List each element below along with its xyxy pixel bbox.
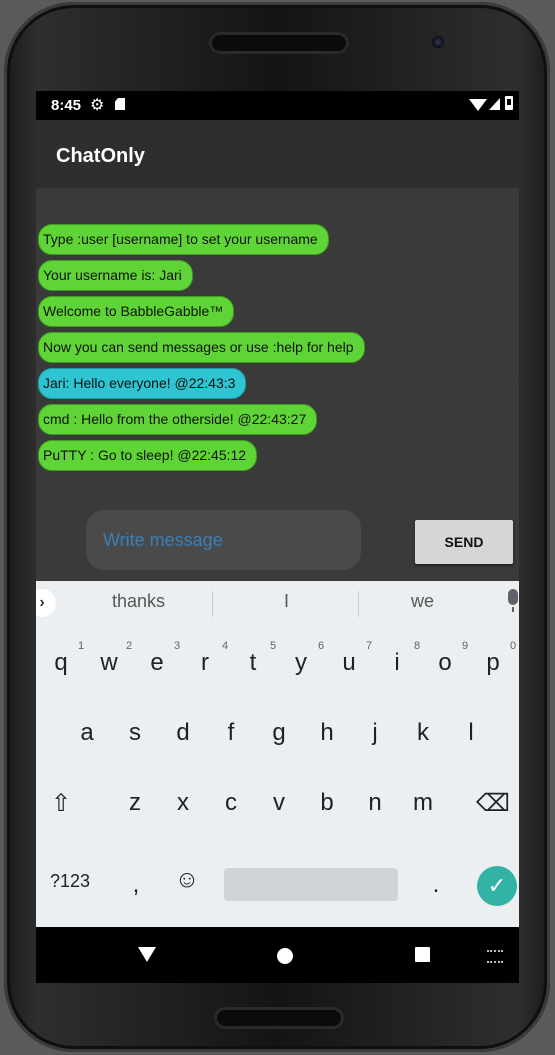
symbols-key[interactable]: ?123 — [45, 871, 95, 892]
key-j[interactable]: j — [355, 719, 395, 747]
send-button[interactable]: SEND — [415, 520, 513, 564]
suggestion-divider — [212, 591, 213, 617]
key-x[interactable]: x — [163, 789, 203, 817]
app-bar: ChatOnly — [36, 120, 519, 188]
message-bubble-self: Jari: Hello everyone! @22:43:3 — [38, 368, 247, 399]
battery-icon — [505, 96, 513, 110]
gear-icon: ⚙ — [90, 97, 105, 114]
key-hint: 4 — [222, 640, 229, 652]
key-k[interactable]: k — [403, 719, 443, 747]
keyboard-hide-icon[interactable] — [487, 950, 503, 963]
earpiece-speaker — [209, 32, 349, 54]
message-bubble: Type :user [username] to set your userna… — [38, 224, 329, 255]
key-u[interactable]: u — [329, 649, 369, 677]
chevron-right-icon[interactable]: › — [36, 589, 56, 617]
spacebar[interactable] — [224, 868, 398, 901]
key-l[interactable]: l — [451, 719, 491, 747]
key-h[interactable]: h — [307, 719, 347, 747]
key-y[interactable]: y — [281, 649, 321, 677]
status-bar: 8:45 ⚙ — [36, 91, 519, 120]
back-icon[interactable] — [138, 947, 156, 962]
status-time: 8:45 — [51, 97, 82, 114]
recents-icon[interactable] — [415, 947, 430, 962]
key-n[interactable]: n — [355, 789, 395, 817]
emoji-icon[interactable]: ☺ — [167, 866, 207, 894]
key-hint: 3 — [174, 640, 181, 652]
key-f[interactable]: f — [211, 719, 251, 747]
key-hint: 2 — [126, 640, 133, 652]
check-icon[interactable]: ✓ — [477, 866, 517, 906]
key-period[interactable]: . — [416, 871, 456, 899]
key-s[interactable]: s — [115, 719, 155, 747]
app-title: ChatOnly — [56, 145, 145, 167]
suggestion-1[interactable]: thanks — [112, 591, 165, 612]
sd-card-icon — [115, 98, 125, 110]
key-b[interactable]: b — [307, 789, 347, 817]
key-w[interactable]: w — [89, 649, 129, 677]
home-icon[interactable] — [277, 948, 293, 964]
key-hint: 9 — [462, 640, 469, 652]
message-list: Type :user [username] to set your userna… — [38, 224, 365, 476]
suggestion-3[interactable]: we — [411, 591, 434, 612]
suggestion-2[interactable]: I — [284, 591, 289, 612]
key-hint: 5 — [270, 640, 277, 652]
key-c[interactable]: c — [211, 789, 251, 817]
wifi-icon — [469, 99, 487, 111]
key-q[interactable]: q — [41, 649, 81, 677]
suggestion-strip: › thanks I we — [36, 581, 519, 621]
mic-icon[interactable] — [508, 589, 518, 612]
key-v[interactable]: v — [259, 789, 299, 817]
device-screen: 8:45 ⚙ ChatOnly Type :user [username] to… — [36, 91, 519, 927]
message-bubble: PuTTY : Go to sleep! @22:45:12 — [38, 440, 258, 471]
key-p[interactable]: p — [473, 649, 513, 677]
message-input-container — [86, 510, 361, 570]
message-bubble: Now you can send messages or use :help f… — [38, 332, 365, 363]
key-hint: 0 — [510, 640, 517, 652]
key-i[interactable]: i — [377, 649, 417, 677]
message-bubble: cmd : Hello from the otherside! @22:43:2… — [38, 404, 318, 435]
key-z[interactable]: z — [115, 789, 155, 817]
key-e[interactable]: e — [137, 649, 177, 677]
key-o[interactable]: o — [425, 649, 465, 677]
key-t[interactable]: t — [233, 649, 273, 677]
key-hint: 6 — [318, 640, 325, 652]
bottom-speaker — [214, 1007, 344, 1029]
key-r[interactable]: r — [185, 649, 225, 677]
message-bubble: Welcome to BabbleGabble™ — [38, 296, 235, 327]
message-bubble: Your username is: Jari — [38, 260, 193, 291]
backspace-icon[interactable]: ⌫ — [473, 789, 513, 818]
key-comma[interactable]: , — [116, 871, 156, 899]
message-input[interactable] — [101, 524, 350, 556]
suggestion-divider — [358, 591, 359, 617]
key-hint: 7 — [366, 640, 373, 652]
shift-icon[interactable]: ⇧ — [41, 789, 81, 818]
key-g[interactable]: g — [259, 719, 299, 747]
front-camera — [432, 36, 444, 48]
signal-icon — [489, 98, 500, 110]
key-m[interactable]: m — [403, 789, 443, 817]
key-hint: 1 — [78, 640, 85, 652]
key-d[interactable]: d — [163, 719, 203, 747]
key-a[interactable]: a — [67, 719, 107, 747]
soft-keyboard: › thanks I we q w e r t y u i o p 1 2 3 … — [36, 581, 519, 927]
key-hint: 8 — [414, 640, 421, 652]
